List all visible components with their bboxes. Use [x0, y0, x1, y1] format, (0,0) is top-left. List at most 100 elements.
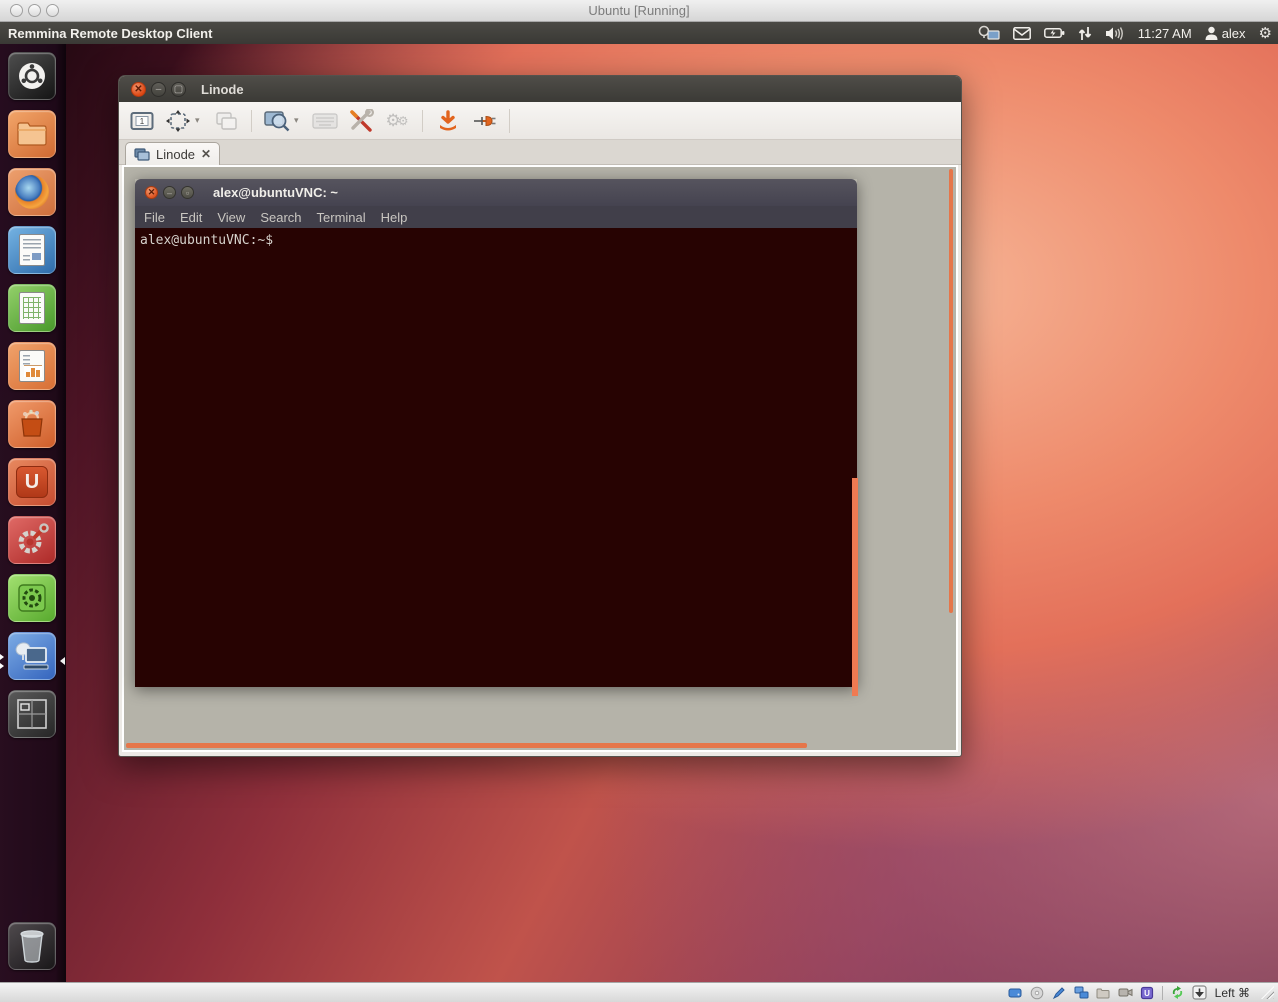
remmina-tab-row: Linode ✕ — [119, 140, 961, 165]
terminal-scrollbar[interactable] — [852, 478, 858, 696]
panel-clock[interactable]: 11:27 AM — [1138, 22, 1192, 44]
mail-indicator-icon[interactable] — [1013, 22, 1031, 44]
tools-icon[interactable] — [346, 107, 376, 135]
scaled-mode-dropdown-caret[interactable]: ▾ — [294, 115, 304, 126]
shopping-bag-icon — [16, 409, 48, 439]
terminal-minimize-button[interactable]: – — [163, 186, 176, 199]
resize-grip[interactable] — [1261, 986, 1274, 999]
minimize-window-icon[interactable] — [433, 107, 463, 135]
remmina-minimize-button[interactable]: – — [151, 82, 166, 97]
terminal-window-title: alex@ubuntuVNC: ~ — [213, 185, 338, 200]
gear-wrench-icon — [15, 523, 49, 557]
writer-document-icon — [19, 234, 45, 266]
panel-user-menu[interactable]: alex — [1205, 22, 1246, 44]
panel-app-title: Remmina Remote Desktop Client — [8, 26, 212, 41]
remmina-window-title: Linode — [201, 82, 244, 97]
svg-text:1: 1 — [140, 117, 145, 126]
launcher-home-folder[interactable] — [8, 110, 56, 158]
fit-window-dropdown-caret[interactable]: ▾ — [195, 115, 205, 126]
remote-desktop-indicator-icon[interactable] — [978, 22, 1000, 44]
remmina-maximize-button[interactable]: ▢ — [171, 82, 186, 97]
scaled-mode-icon[interactable] — [262, 107, 292, 135]
launcher-software-updater[interactable] — [8, 574, 56, 622]
fit-window-icon[interactable] — [163, 107, 193, 135]
launcher-trash[interactable] — [8, 922, 56, 970]
calc-spreadsheet-icon — [19, 292, 45, 324]
sync-arrows-icon[interactable] — [1170, 985, 1185, 1000]
host-key-label: Left ⌘ — [1215, 986, 1250, 1000]
terminal-content[interactable]: alex@ubuntuVNC:~$ — [135, 228, 857, 687]
tab-window-icon — [134, 148, 150, 161]
grab-keyboard-icon[interactable] — [310, 107, 340, 135]
virtualbox-statusbar: U Left ⌘ — [0, 982, 1278, 1002]
menu-file[interactable]: File — [144, 210, 165, 225]
volume-indicator-icon[interactable] — [1105, 22, 1125, 44]
vnc-vertical-scrollbar[interactable] — [949, 169, 953, 613]
ubuntu-top-panel: Remmina Remote Desktop Client 11:27 AM a… — [0, 22, 1278, 44]
menu-view[interactable]: View — [217, 210, 245, 225]
menu-terminal[interactable]: Terminal — [317, 210, 366, 225]
disconnect-plug-icon[interactable] — [469, 107, 499, 135]
menu-edit[interactable]: Edit — [180, 210, 202, 225]
launcher-libreoffice-impress[interactable] — [8, 342, 56, 390]
hard-disk-icon[interactable] — [1008, 985, 1023, 1000]
launcher-workspace-switcher[interactable] — [8, 690, 56, 738]
ubuntu-logo-icon — [17, 61, 47, 91]
vm-window-titlebar: Ubuntu [Running] — [0, 0, 1278, 22]
trash-can-icon — [17, 929, 47, 963]
video-camera-icon[interactable] — [1118, 985, 1133, 1000]
vnc-horizontal-scrollbar[interactable] — [126, 743, 807, 748]
shared-folder-icon[interactable] — [1096, 985, 1111, 1000]
firefox-globe-icon — [15, 175, 49, 209]
terminal-titlebar[interactable]: ✕ – ▫ alex@ubuntuVNC: ~ — [135, 179, 857, 206]
launcher-dash-home[interactable] — [8, 52, 56, 100]
remmina-tab-linode[interactable]: Linode ✕ — [125, 142, 220, 165]
pen-icon[interactable] — [1052, 985, 1067, 1000]
tab-label: Linode — [156, 147, 195, 162]
impress-presentation-icon — [19, 350, 45, 382]
unity-launcher: U — [0, 44, 66, 982]
remmina-running-indicator — [0, 654, 4, 660]
terminal-prompt: alex@ubuntuVNC:~$ — [135, 228, 857, 248]
launcher-ubuntu-one[interactable]: U — [8, 458, 56, 506]
menu-help[interactable]: Help — [381, 210, 408, 225]
desktop-wallpaper: ✕ – ▢ Linode 1 ▾ ▾ — [0, 44, 1278, 982]
battery-indicator-icon[interactable] — [1044, 22, 1065, 44]
launcher-system-settings[interactable] — [8, 516, 56, 564]
svg-text:U: U — [1144, 989, 1150, 998]
tab-close-icon[interactable]: ✕ — [201, 147, 211, 161]
launcher-libreoffice-calc[interactable] — [8, 284, 56, 332]
launcher-remmina[interactable] — [8, 632, 56, 680]
green-ubuntu-gear-icon — [17, 583, 47, 613]
session-gear-icon[interactable]: ⚙ — [1259, 22, 1272, 44]
remmina-toolbar: 1 ▾ ▾ ⚙⚙ — [119, 102, 961, 140]
terminal-maximize-button[interactable]: ▫ — [181, 186, 194, 199]
workspace-grid-icon — [16, 698, 48, 730]
remmina-dish-monitor-icon — [14, 640, 50, 672]
menu-search[interactable]: Search — [260, 210, 301, 225]
launcher-software-center[interactable] — [8, 400, 56, 448]
remmina-window: ✕ – ▢ Linode 1 ▾ ▾ — [118, 75, 962, 757]
ubuntu-one-u-icon: U — [16, 466, 48, 498]
launcher-libreoffice-writer[interactable] — [8, 226, 56, 274]
terminal-window[interactable]: ✕ – ▫ alex@ubuntuVNC: ~ File Edit View S… — [135, 179, 857, 687]
fullscreen-toggle-icon[interactable]: 1 — [127, 107, 157, 135]
user-silhouette-icon — [1205, 26, 1218, 40]
remmina-titlebar[interactable]: ✕ – ▢ Linode — [119, 76, 961, 102]
remmina-running-indicator-2 — [0, 663, 4, 669]
network-screens-icon[interactable] — [1074, 985, 1089, 1000]
remmina-close-button[interactable]: ✕ — [131, 82, 146, 97]
remmina-focused-indicator — [60, 657, 65, 665]
duplicate-connection-icon[interactable] — [211, 107, 241, 135]
launcher-firefox[interactable] — [8, 168, 56, 216]
cd-disc-icon[interactable] — [1030, 985, 1045, 1000]
terminal-menubar: File Edit View Search Terminal Help — [135, 206, 857, 228]
panel-username: alex — [1222, 26, 1246, 41]
sync-arrows-indicator-icon[interactable] — [1078, 22, 1092, 44]
vm-window-title: Ubuntu [Running] — [0, 3, 1278, 18]
usb-chip-icon[interactable]: U — [1140, 985, 1155, 1000]
preferences-gears-icon[interactable]: ⚙⚙ — [382, 107, 412, 135]
terminal-close-button[interactable]: ✕ — [145, 186, 158, 199]
capture-arrow-icon[interactable] — [1192, 985, 1207, 1000]
vnc-remote-desktop[interactable]: ✕ – ▫ alex@ubuntuVNC: ~ File Edit View S… — [124, 167, 956, 750]
